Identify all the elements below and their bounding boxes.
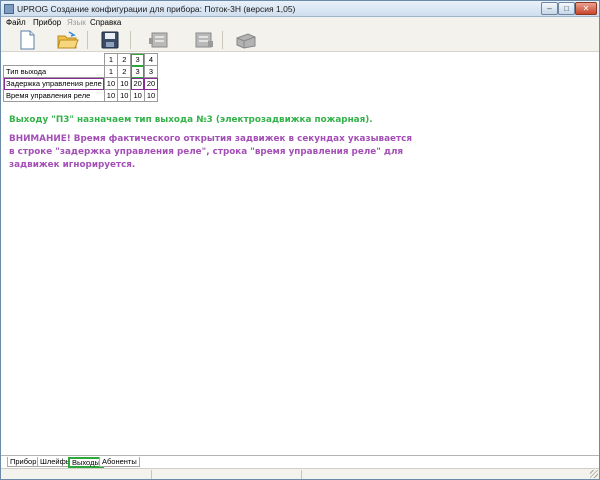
menu-file[interactable]: Файл (6, 18, 26, 27)
close-button[interactable]: ✕ (575, 2, 597, 15)
app-window: UPROG Создание конфигурации для прибора:… (0, 0, 600, 480)
row-label: Время управления реле (3, 89, 105, 102)
maximize-button[interactable]: □ (558, 2, 575, 15)
status-bar (1, 468, 599, 479)
resize-grip-icon[interactable] (590, 470, 598, 478)
output-type-note: Выходу "П3" назначаем тип выхода №3 (эле… (9, 115, 373, 125)
outputs-table: 1 2 3 4 Тип выхода 1 2 3 3 Задержка упра… (3, 53, 159, 102)
tab-bar: Прибор Шлейфы Выходы Абоненты (1, 455, 599, 468)
column-header: 4 (143, 53, 159, 66)
table-cell[interactable]: 10 (143, 89, 159, 102)
read-device-button[interactable] (147, 30, 171, 50)
row-label: Тип выхода (3, 65, 105, 78)
table-cell[interactable]: 2 (117, 65, 132, 78)
column-header: 3 (130, 53, 145, 66)
column-header: 1 (103, 53, 119, 66)
save-button[interactable] (98, 30, 122, 50)
menu-device[interactable]: Прибор (33, 18, 61, 27)
connect-device-icon (236, 33, 256, 49)
new-file-icon (20, 30, 35, 50)
table-cell[interactable]: 10 (130, 89, 145, 102)
write-device-button[interactable] (191, 30, 215, 50)
table-header-row: 1 2 3 4 (3, 53, 159, 66)
status-panel (151, 470, 152, 479)
save-disk-icon (101, 31, 119, 49)
minimize-button[interactable]: – (541, 2, 558, 15)
table-cell[interactable]: 10 (117, 89, 132, 102)
toolbar (1, 28, 599, 52)
menu-help[interactable]: Справка (90, 18, 121, 27)
title-bar[interactable]: UPROG Создание конфигурации для прибора:… (1, 1, 599, 17)
connect-device-button[interactable] (234, 30, 258, 50)
table-cell[interactable]: 20 (143, 77, 159, 90)
app-icon (4, 4, 14, 14)
toolbar-separator (87, 31, 88, 49)
tab-device[interactable]: Прибор (7, 457, 40, 467)
open-file-button[interactable] (56, 30, 80, 50)
table-row: Задержка управления реле 10 10 20 20 (3, 77, 159, 90)
row-label: Задержка управления реле (3, 77, 105, 90)
table-cell[interactable]: 10 (117, 77, 132, 90)
table-cell[interactable]: 10 (103, 77, 119, 90)
status-panel (301, 470, 302, 479)
toolbar-separator (130, 31, 131, 49)
column-header: 2 (117, 53, 132, 66)
open-folder-icon (57, 31, 79, 49)
table-cell[interactable]: 1 (103, 65, 119, 78)
table-cell[interactable]: 10 (103, 89, 119, 102)
menu-bar: Файл Прибор Язык Справка (1, 17, 599, 28)
menu-language[interactable]: Язык (67, 18, 86, 27)
table-cell[interactable]: 3 (143, 65, 159, 78)
toolbar-separator (222, 31, 223, 49)
table-row: Время управления реле 10 10 10 10 (3, 89, 159, 102)
write-device-icon (195, 32, 213, 48)
read-device-icon (149, 32, 168, 48)
tab-subscribers[interactable]: Абоненты (99, 457, 140, 467)
table-cell[interactable]: 20 (130, 77, 145, 90)
new-file-button[interactable] (15, 30, 39, 50)
table-corner-cell (3, 53, 105, 66)
table-cell[interactable]: 3 (130, 65, 145, 78)
warning-note: ВНИМАНИЕ! Время фактического открытия за… (9, 134, 412, 170)
window-title: UPROG Создание конфигурации для прибора:… (17, 4, 296, 14)
table-row: Тип выхода 1 2 3 3 (3, 65, 159, 78)
